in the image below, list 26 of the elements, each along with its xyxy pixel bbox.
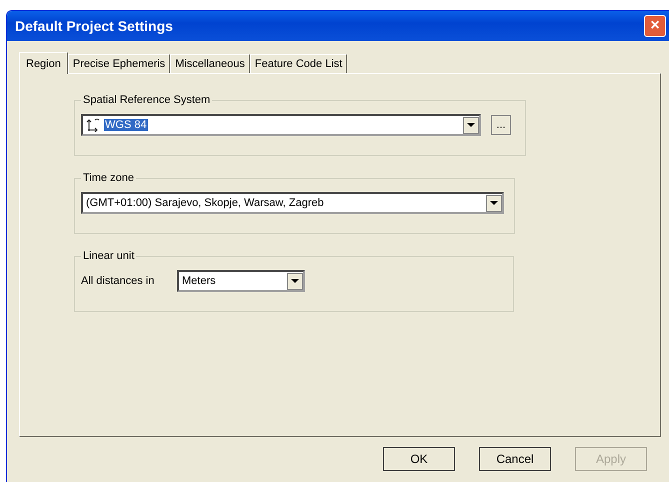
dropdown-field[interactable]: Meters <box>177 270 305 292</box>
tab[interactable]: Region <box>19 52 68 74</box>
dropdown-field[interactable]: WGS 84 <box>81 114 481 136</box>
dropdown-field[interactable]: (GMT+01:00) Sarajevo, Skopje, Warsaw, Zagreb <box>81 192 504 214</box>
group-label: Linear unit <box>82 250 136 262</box>
window-title: Default Project Settings <box>15 18 173 34</box>
selected-value: Meters <box>182 275 217 287</box>
selected-value: WGS 84 <box>104 119 148 131</box>
dropdown-arrow-icon <box>490 201 498 205</box>
close-button[interactable]: × <box>644 15 666 37</box>
group-label: Spatial Reference System <box>82 94 212 106</box>
tab[interactable]: Miscellaneous <box>170 54 250 73</box>
dropdown-button[interactable] <box>463 116 479 134</box>
dropdown-button[interactable] <box>287 272 303 290</box>
tab[interactable]: Precise Ephemeris <box>68 54 170 73</box>
coordinate-system-icon <box>86 118 102 132</box>
group-label: Time zone <box>82 172 135 184</box>
field-label: All distances in <box>81 275 156 287</box>
dialog-button[interactable]: Cancel <box>479 447 551 471</box>
selected-value: (GMT+01:00) Sarajevo, Skopje, Warsaw, Zagreb <box>86 197 325 209</box>
dropdown-arrow-icon <box>291 279 299 283</box>
browse-button[interactable]: ... <box>491 115 511 135</box>
dropdown-arrow-icon <box>467 123 475 127</box>
dialog-button[interactable]: OK <box>383 447 455 471</box>
tab[interactable]: Feature Code List <box>250 54 348 73</box>
dropdown-button[interactable] <box>486 194 502 212</box>
